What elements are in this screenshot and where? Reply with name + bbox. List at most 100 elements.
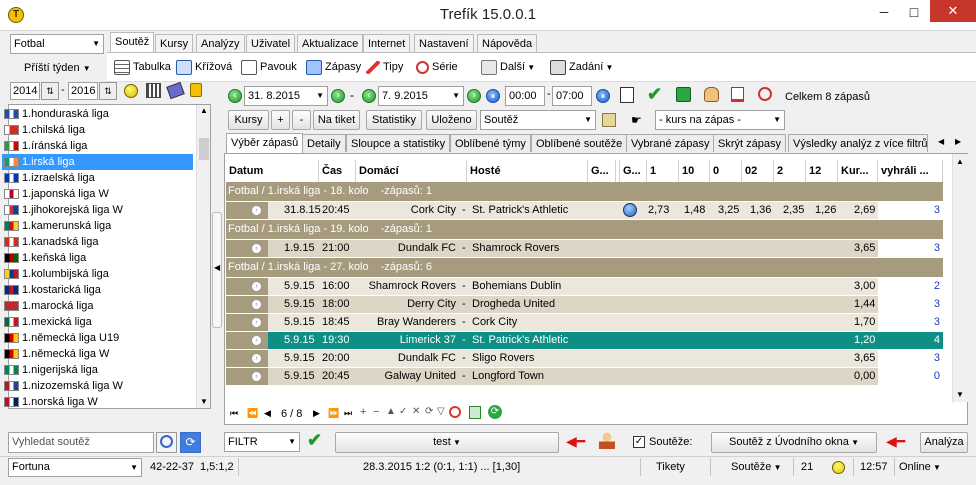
row-expand-icon[interactable]: › bbox=[251, 317, 262, 328]
table-row[interactable]: › 5.9.15 19:30 Limerick 37- St. Patrick's At… bbox=[226, 332, 943, 349]
time-next-icon[interactable]: ⏸ bbox=[596, 89, 610, 103]
league-item[interactable]: 1.německá liga W bbox=[2, 346, 109, 362]
book-icon[interactable] bbox=[166, 81, 185, 100]
col-g2[interactable]: G... bbox=[620, 160, 647, 182]
search-competition-input[interactable]: Vyhledat soutěž bbox=[8, 432, 154, 453]
pager-doc-icon[interactable] bbox=[469, 406, 481, 419]
pointer-hand-icon[interactable]: ☛ bbox=[631, 113, 642, 127]
tab-nastaveni[interactable]: Nastavení bbox=[414, 34, 474, 52]
league-item[interactable]: 1.irská liga bbox=[2, 154, 193, 170]
league-item[interactable]: 1.izraelská liga bbox=[2, 170, 95, 186]
date-to-prev-icon[interactable]: ‹ bbox=[362, 89, 376, 103]
tab-internet[interactable]: Internet bbox=[363, 34, 411, 52]
sport-select[interactable]: Fotbal ▼ bbox=[10, 34, 104, 54]
pager-post-icon[interactable]: ✓ bbox=[399, 406, 407, 417]
ulozeno-button[interactable]: Uloženo bbox=[426, 110, 477, 130]
zadani-menu[interactable]: Zadání ▼ bbox=[550, 58, 613, 76]
row-expand-icon[interactable]: › bbox=[251, 243, 262, 254]
pager-sync-icon[interactable]: ⟳ bbox=[488, 405, 502, 419]
table-row[interactable]: › 5.9.15 18:00 Derry City - Drogheda United 1,… bbox=[226, 296, 943, 313]
filtr-select[interactable]: FILTR ▼ bbox=[224, 432, 300, 452]
arrow-left-icon[interactable]: ◀━ bbox=[886, 433, 905, 450]
league-scrollbar[interactable]: ▲ ▼ bbox=[196, 105, 210, 408]
row-expand-icon[interactable]: › bbox=[251, 205, 262, 216]
scroll-up-icon[interactable]: ▲ bbox=[956, 157, 964, 166]
pager-next-icon[interactable]: ▶ bbox=[313, 408, 320, 419]
arrow-left-icon[interactable]: ◀━ bbox=[566, 433, 585, 450]
scroll-down-icon[interactable]: ▼ bbox=[200, 397, 208, 406]
year-from-spinner[interactable]: ⇅ bbox=[41, 82, 59, 100]
col-hoste[interactable]: Hosté bbox=[467, 160, 588, 182]
date-from-next-icon[interactable]: › bbox=[331, 89, 345, 103]
year-from-field[interactable]: 2014 bbox=[10, 82, 40, 100]
krizova-button[interactable]: Křížová bbox=[176, 58, 232, 76]
analyza-button[interactable]: Analýza bbox=[920, 432, 968, 453]
souteze-checkbox[interactable]: ✓ bbox=[633, 436, 645, 448]
serie-button[interactable]: Série bbox=[416, 58, 458, 76]
row-expand-icon[interactable]: › bbox=[251, 335, 262, 346]
kurs-na-zapas-select[interactable]: - kurs na zápas - ▼ bbox=[655, 110, 785, 130]
league-item[interactable]: 1.kamerunská liga bbox=[2, 218, 111, 234]
zapasy-button[interactable]: Zápasy bbox=[306, 58, 361, 76]
tabulka-button[interactable]: Tabulka bbox=[114, 58, 171, 76]
tabs-scroll-right-icon[interactable]: ▶ bbox=[955, 137, 961, 146]
tab-aktualizace[interactable]: Aktualizace bbox=[297, 34, 364, 52]
group-header[interactable]: Fotbal / 1.irská liga - 19. kolo -zápasů:… bbox=[226, 220, 943, 239]
na-tiket-button[interactable]: Na tiket bbox=[313, 110, 360, 130]
edit-doc-icon[interactable] bbox=[731, 87, 744, 102]
money-icon[interactable] bbox=[676, 87, 691, 102]
col-cas[interactable]: Čas bbox=[319, 160, 356, 182]
col-02[interactable]: 02 bbox=[742, 160, 774, 182]
dalsi-menu[interactable]: Další ▼ bbox=[481, 58, 535, 76]
league-item[interactable]: 1.chilská liga bbox=[2, 122, 85, 138]
row-expand-icon[interactable]: › bbox=[251, 371, 262, 382]
ball-icon[interactable] bbox=[124, 84, 138, 98]
row-expand-icon[interactable]: › bbox=[251, 353, 262, 364]
globe-icon[interactable] bbox=[623, 203, 637, 217]
tab-napoveda[interactable]: Nápověda bbox=[477, 34, 538, 52]
scroll-up-icon[interactable]: ▲ bbox=[200, 106, 208, 115]
league-item[interactable]: 1.mexická liga bbox=[2, 314, 92, 330]
pager-edit-icon[interactable]: ▲ bbox=[386, 406, 396, 417]
apply-filter-icon[interactable]: ✔ bbox=[307, 430, 322, 451]
grid-tab-vysledky[interactable]: Výsledky analýz z více filtrů bbox=[788, 134, 928, 152]
date-next-icon[interactable]: › bbox=[467, 89, 481, 103]
col-0[interactable]: 0 bbox=[710, 160, 742, 182]
panel-splitter[interactable]: ◀ bbox=[212, 212, 222, 328]
table-row[interactable]: › 1.9.15 21:00 Dundalk FC - Shamrock Rovers 3,… bbox=[226, 240, 943, 257]
table-row[interactable]: › 5.9.15 18:45 Bray Wanderers - Cork City 1,70… bbox=[226, 314, 943, 331]
grid-tab-detaily[interactable]: Detaily bbox=[302, 134, 346, 152]
tab-kursy[interactable]: Kursy bbox=[155, 34, 194, 52]
minimize-button[interactable]: ─ bbox=[870, 5, 898, 19]
col-kurz[interactable]: Kur... bbox=[838, 160, 878, 182]
col-domaci[interactable]: Domácí bbox=[356, 160, 467, 182]
grid-tab-oblibene-tymy[interactable]: Oblíbené týmy bbox=[450, 134, 531, 152]
league-item[interactable]: 1.japonská liga W bbox=[2, 186, 109, 202]
col-vyhrali[interactable]: vyhráli ... bbox=[878, 160, 943, 182]
table-row[interactable]: › 31.8.15 20:45 Cork City - St. Patrick's Ath… bbox=[226, 202, 943, 219]
pager-first-icon[interactable]: ⏮ bbox=[230, 408, 238, 419]
league-item[interactable]: 1.nizozemská liga W bbox=[2, 378, 123, 394]
calendar-icon[interactable] bbox=[620, 87, 634, 103]
status-online-menu[interactable]: Online ▼ bbox=[899, 457, 941, 477]
col-g1[interactable]: G... bbox=[588, 160, 616, 182]
league-item[interactable]: 1.marocká liga bbox=[2, 298, 94, 314]
pager-prev-icon[interactable]: ◀ bbox=[264, 408, 271, 419]
year-to-field[interactable]: 2016 bbox=[68, 82, 98, 100]
league-item[interactable]: 1.kanadská liga bbox=[2, 234, 98, 250]
col-10[interactable]: 10 bbox=[679, 160, 710, 182]
bucket-icon[interactable] bbox=[602, 113, 616, 127]
col-1[interactable]: 1 bbox=[647, 160, 679, 182]
grid-tab-oblibene-souteze[interactable]: Oblíbené soutěže bbox=[531, 134, 628, 152]
soutez-select[interactable]: Soutěž ▼ bbox=[480, 110, 596, 130]
date-prev-icon[interactable]: ‹ bbox=[228, 89, 242, 103]
grid-tab-skryt[interactable]: Skrýt zápasy bbox=[713, 134, 786, 152]
col-2[interactable]: 2 bbox=[774, 160, 806, 182]
league-item[interactable]: 1.kolumbijská liga bbox=[2, 266, 109, 282]
status-souteze-menu[interactable]: Soutěže ▼ bbox=[731, 457, 782, 477]
bookmaker-select[interactable]: Fortuna ▼ bbox=[8, 458, 142, 477]
table-row[interactable]: › 5.9.15 20:45 Galway United - Longford Town 0… bbox=[226, 368, 943, 385]
maximize-button[interactable]: □ bbox=[900, 4, 928, 20]
hand-icon[interactable] bbox=[704, 87, 719, 102]
date-from-field[interactable]: 31. 8.2015 ▼ bbox=[244, 86, 328, 106]
